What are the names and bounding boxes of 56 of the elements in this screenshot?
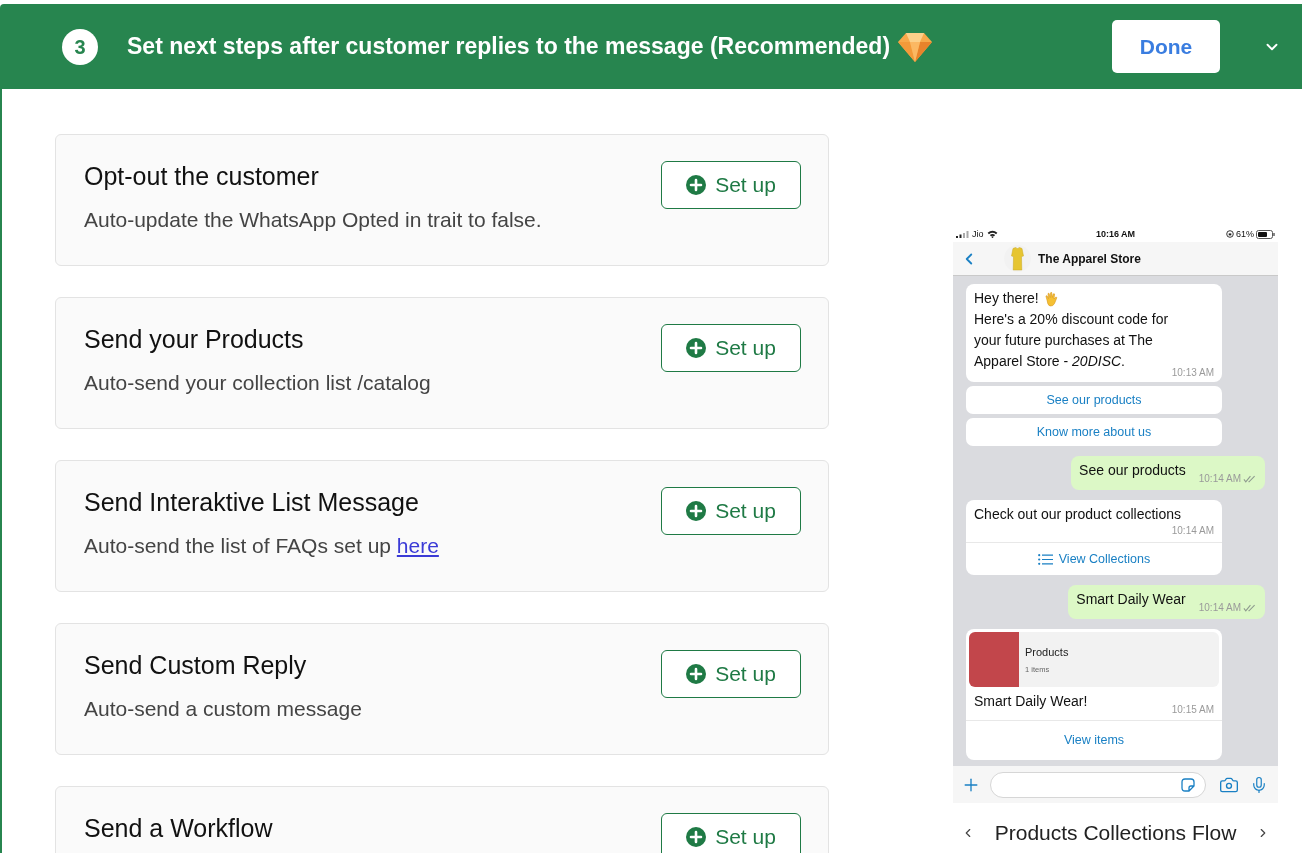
done-button[interactable]: Done	[1112, 20, 1220, 73]
card-title: Opt-out the customer	[84, 161, 320, 191]
message-text: Hey there!	[974, 289, 1039, 308]
setup-button[interactable]: Set up	[661, 650, 801, 698]
message-text: Smart Daily Wear	[1076, 590, 1186, 609]
status-time: 10:16 AM	[1095, 228, 1136, 240]
view-collections-button[interactable]: View Collections	[966, 542, 1222, 575]
quick-reply-button[interactable]: Know more about us	[966, 418, 1222, 446]
preview-caption: Products Collections Flow	[994, 820, 1237, 846]
setup-button[interactable]: Set up	[661, 487, 801, 535]
plus-circle-icon	[686, 338, 707, 358]
list-icon	[1037, 553, 1053, 565]
product-header-title: Products	[1025, 645, 1070, 659]
message-time: 10:15 AM	[1171, 704, 1214, 716]
message-text: Smart Daily Wear!	[974, 692, 1088, 711]
card-title: Send Custom Reply	[84, 650, 308, 680]
card-title: Send a Workflow	[84, 813, 273, 843]
sticker-icon[interactable]	[1181, 777, 1195, 792]
photo-placeholder	[969, 632, 1019, 687]
card-description: Auto-send a custom message	[84, 696, 362, 722]
plus-circle-icon	[686, 175, 707, 195]
card-description: Auto-send your collection list /catalog	[84, 370, 431, 396]
card-title: Send Interaktive List Message	[84, 487, 420, 517]
rotation-lock-icon	[1226, 230, 1234, 238]
carrier-name: Jio	[972, 228, 984, 240]
step-title: Set next steps after customer replies to the message (Recommended)	[127, 32, 891, 62]
message-text: Check out our product collections	[974, 505, 1182, 524]
double-check-icon	[1243, 475, 1256, 483]
message-time: 10:13 AM	[1171, 367, 1214, 379]
gem-icon	[898, 31, 933, 62]
contact-name: The Apparel Store	[1038, 250, 1141, 268]
double-check-icon	[1243, 604, 1256, 612]
wifi-icon	[986, 230, 998, 238]
step-number: 3	[62, 28, 98, 65]
quick-reply-button[interactable]: See our products	[966, 386, 1222, 414]
plus-circle-icon	[686, 827, 707, 847]
message-input-field[interactable]	[990, 771, 1206, 798]
battery-icon	[1256, 229, 1275, 239]
message-time: 10:14 AM	[1198, 473, 1241, 485]
card-title: Send your Products	[84, 324, 305, 354]
view-items-button[interactable]: View items	[966, 720, 1222, 760]
faq-link[interactable]: here	[396, 534, 439, 557]
plus-circle-icon	[686, 664, 707, 684]
message-text: See our products	[1079, 461, 1186, 480]
setup-button[interactable]: Set up	[661, 324, 801, 372]
message-time: 10:14 AM	[1171, 525, 1214, 537]
battery-percent: 61%	[1236, 228, 1254, 240]
setup-button[interactable]: Set up	[661, 161, 801, 209]
setup-button[interactable]: Set up	[661, 813, 801, 853]
plus-circle-icon	[686, 501, 707, 521]
message-time: 10:14 AM	[1198, 602, 1241, 614]
signal-bars-icon	[956, 230, 969, 238]
microphone-icon[interactable]	[1250, 774, 1268, 795]
waving-hand-icon	[1042, 290, 1059, 307]
card-description: Auto-send the list of FAQs set up here	[84, 533, 439, 559]
card-description: Auto-update the WhatsApp Opted in trait to false.	[84, 207, 542, 233]
